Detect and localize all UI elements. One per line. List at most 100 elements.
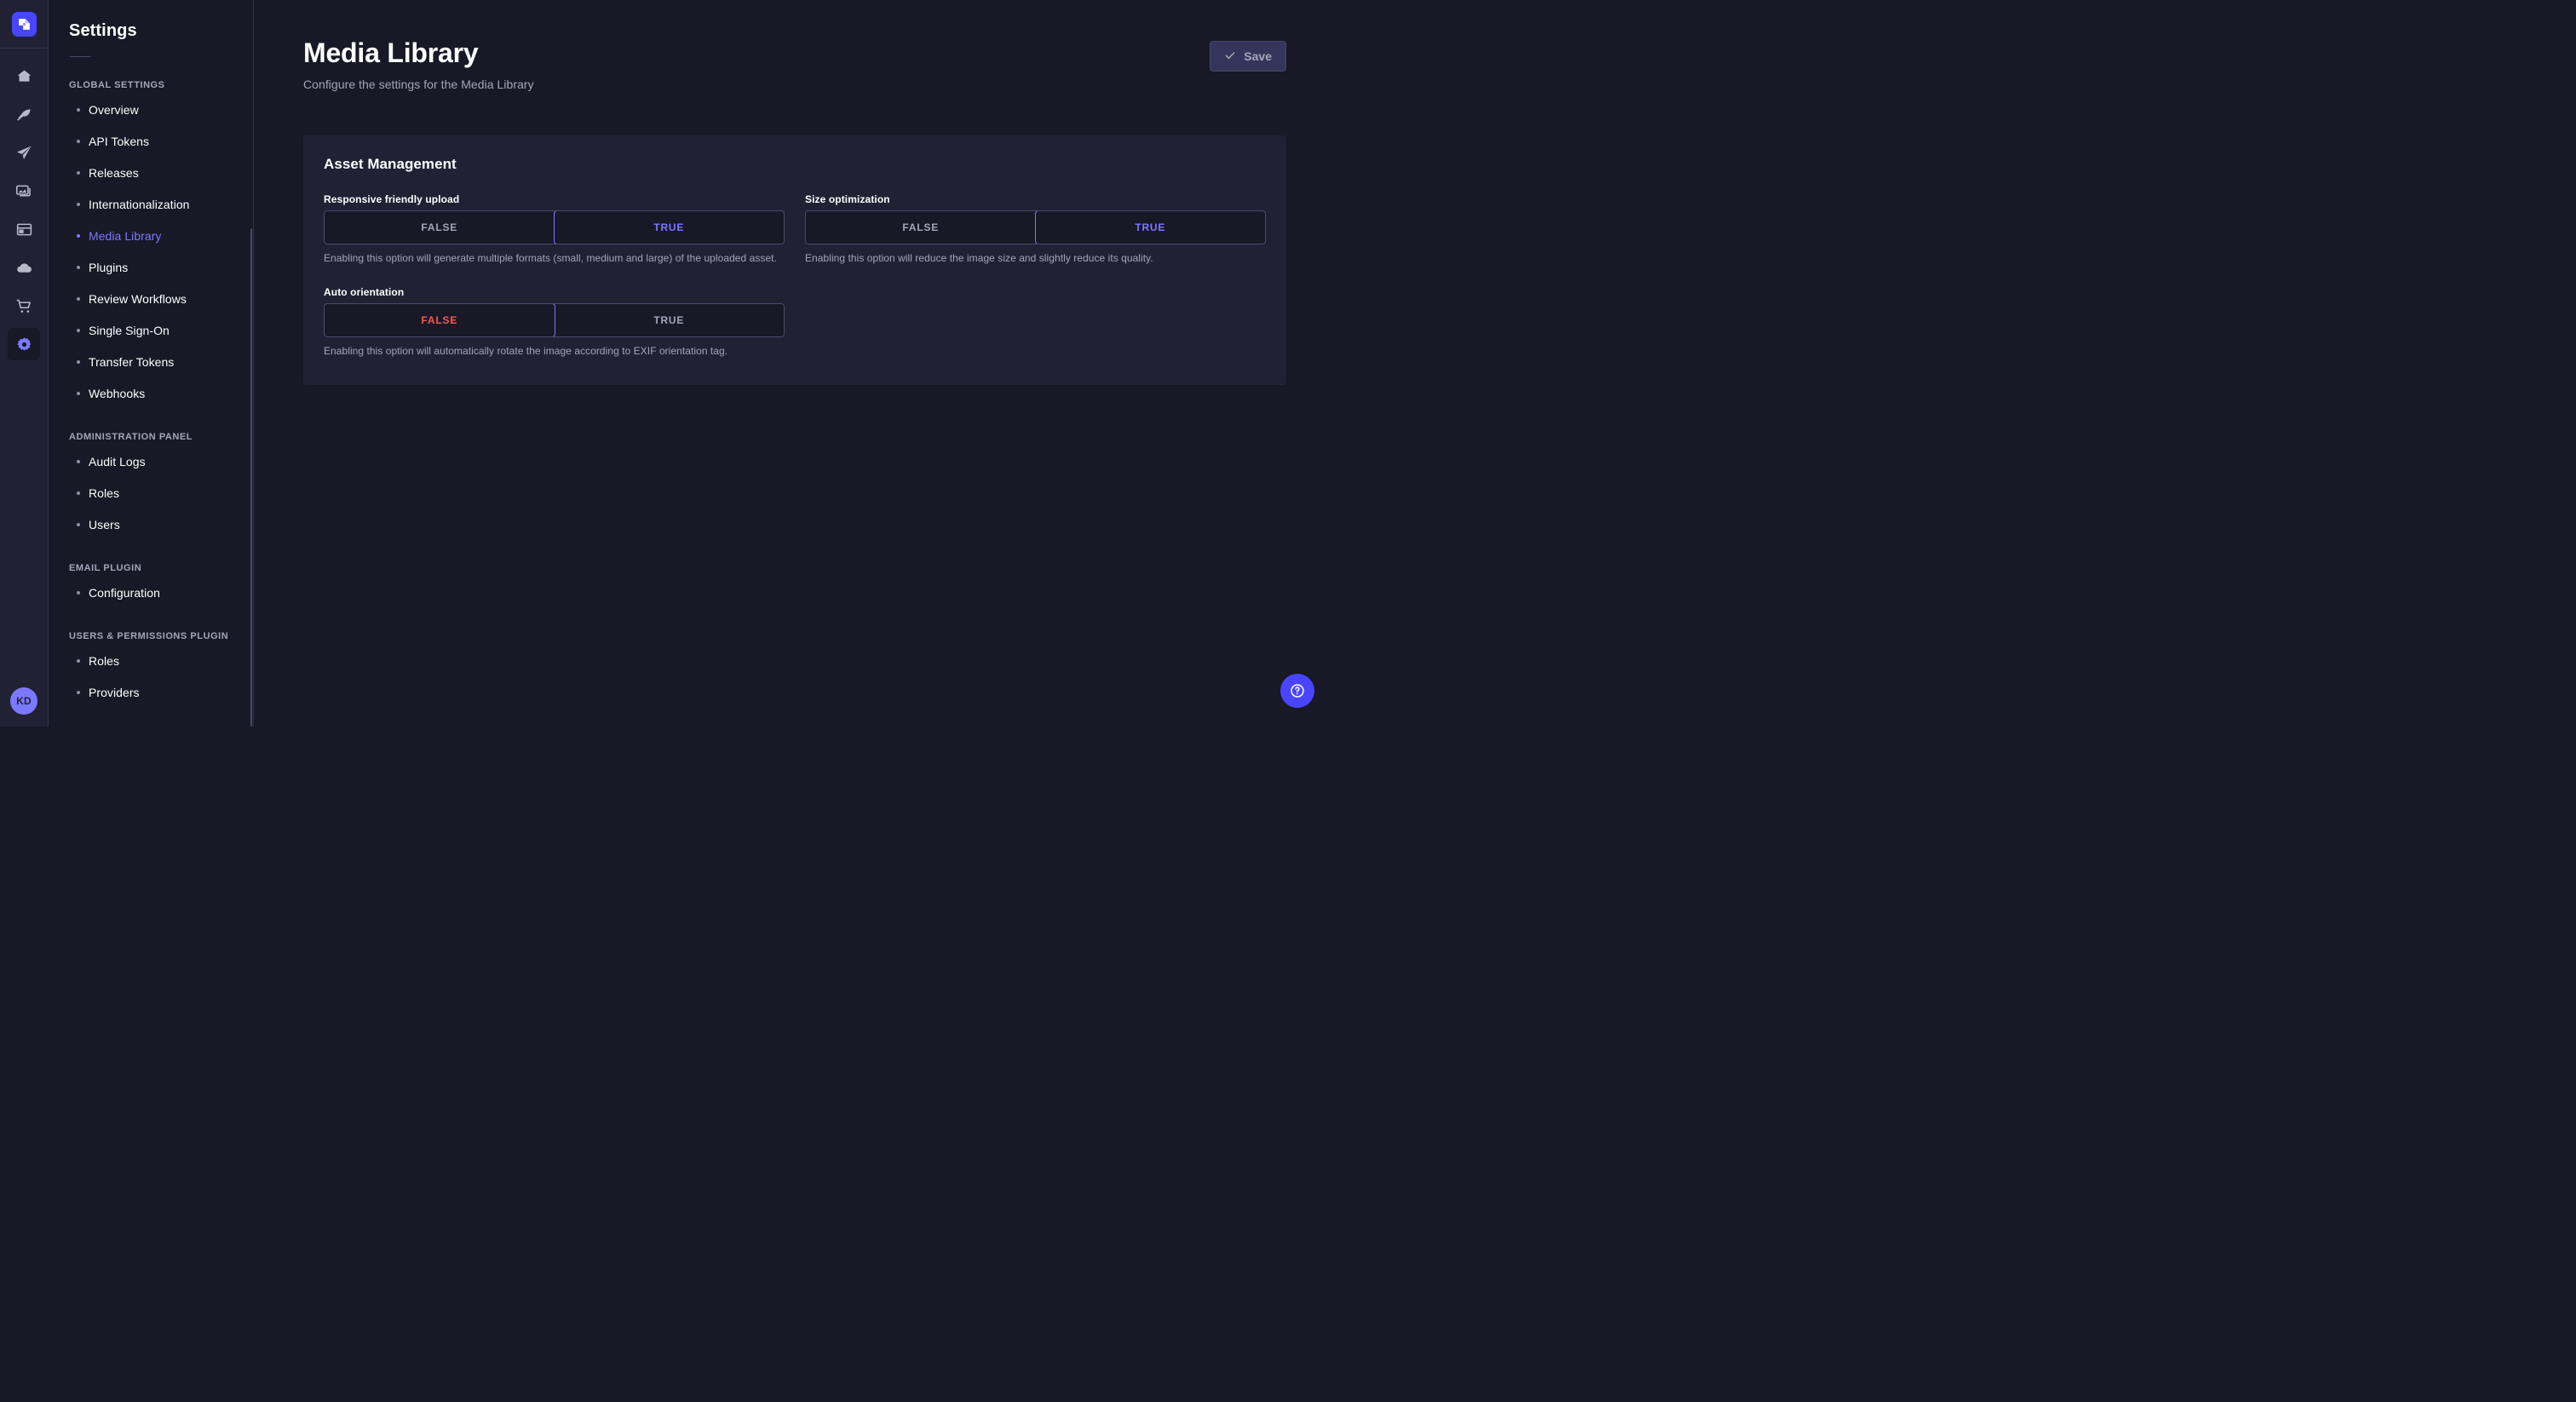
save-button-label: Save: [1244, 49, 1272, 63]
sidebar-item-overview[interactable]: Overview: [69, 94, 253, 125]
sidebar-item-label: Single Sign-On: [89, 323, 170, 337]
sidebar-item-label: API Tokens: [89, 134, 150, 148]
page-header: Media Library Configure the settings for…: [254, 0, 1336, 91]
field-hint: Enabling this option will reduce the ima…: [805, 251, 1153, 264]
bullet-icon: [77, 391, 80, 395]
bullet-icon: [77, 359, 80, 364]
sidebar-item-label: Webhooks: [89, 386, 146, 400]
bullet-icon: [77, 233, 80, 238]
page-title: Media Library: [303, 37, 479, 68]
sidebar-item-label: Users: [89, 517, 120, 531]
setting-field: Auto orientation FALSE TRUE Enabling this o…: [324, 286, 785, 359]
sidebar-item-single-sign-on[interactable]: Single Sign-On: [69, 314, 253, 346]
sidebar-sections: GLOBAL SETTINGS Overview API Tokens Release…: [69, 80, 253, 708]
sidebar-item-internationalization[interactable]: Internationalization: [69, 188, 253, 220]
bullet-icon: [77, 265, 80, 269]
boolean-toggle-group: FALSE TRUE: [324, 303, 785, 338]
sidebar-item-api-tokens[interactable]: API Tokens: [69, 125, 253, 157]
bullet-icon: [77, 658, 80, 663]
field-label: Responsive friendly upload: [324, 192, 460, 205]
field-label: Size optimization: [805, 192, 890, 205]
bullet-icon: [77, 296, 80, 301]
boolean-toggle-group: FALSE TRUE: [324, 210, 785, 244]
bullet-icon: [77, 590, 80, 595]
toggle-option-false[interactable]: FALSE: [325, 211, 555, 244]
sidebar-item-plugins[interactable]: Plugins: [69, 251, 253, 283]
strapi-logo-icon[interactable]: [11, 11, 37, 37]
boolean-toggle-group: FALSE TRUE: [805, 210, 1266, 244]
bullet-icon: [77, 522, 80, 526]
sidebar-item-label: Overview: [89, 102, 139, 117]
sidebar-item-releases[interactable]: Releases: [69, 157, 253, 188]
sidebar-section-label: EMAIL PLUGIN: [69, 563, 142, 573]
app-icon-rail: KD: [0, 0, 49, 727]
paper-plane-icon[interactable]: [8, 136, 40, 169]
sidebar-item-label: Review Workflows: [89, 291, 187, 306]
sidebar-item-providers[interactable]: Providers: [69, 676, 253, 708]
rail-nav-list: [8, 60, 40, 366]
sidebar-section-label: USERS & PERMISSIONS PLUGIN: [69, 631, 229, 641]
bullet-icon: [77, 139, 80, 143]
settings-fields-grid: Responsive friendly upload FALSE TRUE Enabl…: [324, 193, 1266, 359]
toggle-option-false[interactable]: FALSE: [325, 304, 555, 337]
sidebar-item-label: Internationalization: [89, 197, 190, 211]
sidebar-item-label: Media Library: [89, 228, 162, 243]
images-icon[interactable]: [8, 175, 40, 207]
sidebar-item-transfer-tokens[interactable]: Transfer Tokens: [69, 346, 253, 377]
save-button[interactable]: Save: [1210, 41, 1286, 72]
sidebar-item-review-workflows[interactable]: Review Workflows: [69, 283, 253, 314]
toggle-option-true[interactable]: TRUE: [554, 304, 785, 336]
layout-icon[interactable]: [8, 213, 40, 245]
sidebar-item-label: Plugins: [89, 260, 129, 274]
bullet-icon: [77, 328, 80, 332]
sidebar-item-label: Providers: [89, 685, 140, 699]
asset-management-card: Asset Management Responsive friendly upl…: [303, 135, 1286, 385]
sidebar-item-roles[interactable]: Roles: [69, 645, 253, 676]
field-label: Auto orientation: [324, 286, 405, 299]
card-title: Asset Management: [324, 155, 457, 172]
sidebar-section-label: ADMINISTRATION PANEL: [69, 432, 193, 442]
bullet-icon: [77, 690, 80, 694]
field-hint: Enabling this option will automatically …: [324, 345, 728, 358]
sidebar-item-users[interactable]: Users: [69, 509, 253, 540]
bullet-icon: [77, 170, 80, 175]
main-content: Media Library Configure the settings for…: [254, 0, 1336, 727]
bullet-icon: [77, 491, 80, 495]
sidebar-item-webhooks[interactable]: Webhooks: [69, 377, 253, 409]
page-subtitle: Configure the settings for the Media Lib…: [303, 77, 534, 91]
field-hint: Enabling this option will generate multi…: [324, 251, 777, 264]
setting-field: Responsive friendly upload FALSE TRUE Enabl…: [324, 193, 785, 266]
toggle-option-true[interactable]: TRUE: [1034, 210, 1265, 244]
sidebar-item-roles[interactable]: Roles: [69, 477, 253, 509]
sidebar-section-list: Roles Providers: [69, 645, 253, 708]
page-header-text: Media Library Configure the settings for…: [303, 37, 534, 91]
sidebar-item-configuration[interactable]: Configuration: [69, 577, 253, 608]
sidebar-section-list: Audit Logs Roles Users: [69, 445, 253, 540]
shopping-cart-icon[interactable]: [8, 290, 40, 322]
setting-field: Size optimization FALSE TRUE Enabling this …: [805, 193, 1266, 266]
app-logo-container: [0, 0, 48, 49]
home-icon[interactable]: [8, 60, 40, 92]
sidebar-item-label: Audit Logs: [89, 454, 146, 468]
sidebar-scrollbar[interactable]: [250, 228, 252, 727]
sidebar-item-audit-logs[interactable]: Audit Logs: [69, 445, 253, 477]
sidebar-item-label: Releases: [89, 165, 139, 180]
bullet-icon: [77, 202, 80, 206]
sidebar-item-label: Roles: [89, 653, 120, 668]
question-mark-circle-icon[interactable]: [1280, 674, 1314, 708]
feather-icon[interactable]: [8, 98, 40, 130]
toggle-option-false[interactable]: FALSE: [806, 211, 1037, 244]
sidebar-divider: [70, 56, 90, 57]
sidebar-section-label: GLOBAL SETTINGS: [69, 80, 165, 90]
sidebar-item-label: Configuration: [89, 585, 160, 600]
sidebar-section-list: Overview API Tokens Releases Internationali…: [69, 94, 253, 409]
sidebar-item-media-library[interactable]: Media Library: [69, 220, 253, 251]
avatar[interactable]: KD: [10, 687, 37, 715]
sidebar-section-list: Configuration: [69, 577, 253, 608]
settings-sidebar: Settings GLOBAL SETTINGS Overview API Toke…: [49, 0, 254, 727]
cloud-icon[interactable]: [8, 251, 40, 284]
toggle-option-true[interactable]: TRUE: [553, 210, 784, 244]
sidebar-item-label: Transfer Tokens: [89, 354, 175, 369]
gear-icon[interactable]: [8, 328, 40, 360]
bullet-icon: [77, 107, 80, 112]
